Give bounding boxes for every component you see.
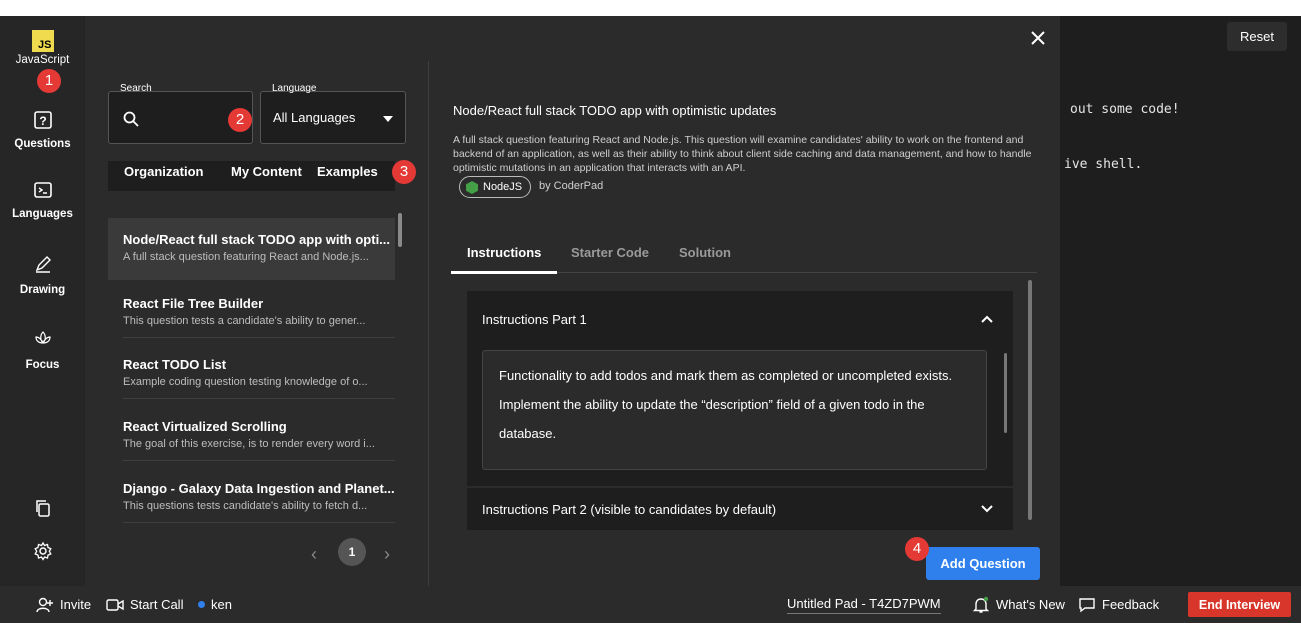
online-dot-icon: [198, 601, 205, 608]
tab-solution[interactable]: Solution: [679, 245, 731, 260]
language-value: All Languages: [273, 110, 356, 125]
language-tag: NodeJS: [459, 176, 532, 198]
terminal-icon: [33, 182, 52, 198]
list-item[interactable]: React Virtualized Scrolling The goal of …: [108, 419, 395, 450]
tab-starter-code[interactable]: Starter Code: [571, 245, 649, 260]
tab-organization[interactable]: Organization: [124, 164, 203, 179]
rail-copy-button[interactable]: [0, 498, 85, 518]
language-label: Language: [272, 83, 317, 94]
question-box-icon: ?: [33, 111, 52, 129]
search-label: Search: [120, 83, 152, 94]
app-window: JS JavaScript ? Questions Languages Draw…: [0, 16, 1301, 623]
close-icon: [1031, 31, 1045, 45]
end-interview-button[interactable]: End Interview: [1188, 592, 1291, 617]
code-editor[interactable]: Reset out some code! ive shell.: [1060, 16, 1301, 586]
chevron-down-icon: [383, 116, 393, 122]
tab-examples[interactable]: Examples: [317, 164, 378, 179]
rail-language-label: JavaScript: [15, 54, 70, 66]
divider: [123, 460, 395, 461]
detail-scrollbar[interactable]: [1028, 280, 1032, 520]
callout-badge-1: 1: [37, 69, 61, 93]
video-camera-icon: [106, 598, 124, 611]
page-1-button[interactable]: 1: [338, 538, 366, 566]
active-tab-indicator: [451, 271, 557, 274]
pen-icon: [35, 256, 51, 273]
instructions-text: Functionality to add todos and mark them…: [482, 350, 987, 470]
question-description: A full stack question featuring React an…: [453, 134, 1032, 174]
copy-icon: [35, 500, 50, 517]
question-detail-pane: Node/React full stack TODO app with opti…: [429, 61, 1060, 586]
add-person-icon: [36, 597, 53, 612]
next-page-button[interactable]: ›: [384, 544, 390, 565]
instructions-scrollbar[interactable]: [1004, 353, 1007, 433]
accordion-title[interactable]: Instructions Part 2 (visible to candidat…: [482, 502, 776, 517]
gear-icon: [33, 541, 52, 561]
instructions-part-1: Instructions Part 1 Functionality to add…: [467, 291, 1013, 486]
pad-title[interactable]: Untitled Pad - T4ZD7PWM: [787, 586, 941, 623]
divider: [123, 337, 395, 338]
chat-bubble-icon: [1079, 597, 1095, 612]
tab-my-content[interactable]: My Content: [231, 164, 302, 179]
rail-item-label: Questions: [14, 138, 71, 150]
divider: [123, 522, 395, 523]
search-icon: [123, 111, 139, 127]
add-question-button[interactable]: Add Question: [926, 547, 1040, 580]
list-scrollbar[interactable]: [398, 213, 402, 247]
question-list-pane: Search Language All Languages Organizati…: [85, 61, 428, 586]
user-indicator[interactable]: ken: [198, 586, 232, 623]
start-call-button[interactable]: Start Call: [106, 586, 183, 623]
instructions-part-2: Instructions Part 2 (visible to candidat…: [467, 488, 1013, 530]
bottom-bar: Invite Start Call ken Untitled Pad - T4Z…: [0, 586, 1301, 623]
bell-icon: [972, 596, 990, 613]
list-item[interactable]: React File Tree Builder This question te…: [108, 296, 395, 327]
svg-text:?: ?: [39, 114, 46, 128]
invite-button[interactable]: Invite: [36, 586, 91, 623]
javascript-logo-icon: JS: [31, 30, 54, 52]
list-item[interactable]: Node/React full stack TODO app with opti…: [108, 218, 395, 280]
feedback-button[interactable]: Feedback: [1078, 586, 1159, 623]
rail-item-questions[interactable]: ? Questions: [0, 110, 85, 150]
question-library-modal: Search Language All Languages Organizati…: [37, 16, 1060, 586]
whats-new-button[interactable]: What's New: [972, 586, 1065, 623]
reset-button[interactable]: Reset: [1227, 22, 1287, 51]
editor-line: out some code!: [1070, 102, 1180, 117]
list-item[interactable]: React TODO List Example coding question …: [108, 357, 395, 388]
rail-item-focus[interactable]: Focus: [0, 329, 85, 371]
left-rail: JS JavaScript ? Questions Languages Draw…: [0, 16, 85, 586]
rail-item-drawing[interactable]: Drawing: [0, 254, 85, 296]
author-label: by CoderPad: [539, 180, 604, 192]
editor-line: ive shell.: [1064, 157, 1143, 172]
rail-language[interactable]: JS JavaScript: [0, 30, 85, 66]
nodejs-icon: [466, 180, 478, 194]
chevron-down-icon[interactable]: [981, 505, 993, 513]
rail-settings-button[interactable]: [0, 541, 85, 561]
lotus-icon: [34, 331, 51, 344]
tab-instructions[interactable]: Instructions: [467, 245, 541, 260]
question-title: Node/React full stack TODO app with opti…: [453, 103, 777, 118]
rail-item-languages[interactable]: Languages: [0, 180, 85, 220]
rail-item-label: Languages: [12, 208, 73, 220]
callout-badge-4: 4: [905, 537, 929, 561]
chevron-up-icon[interactable]: [981, 315, 993, 323]
rail-item-label: Drawing: [19, 284, 66, 296]
rail-item-label: Focus: [25, 359, 60, 371]
callout-badge-2: 2: [228, 108, 252, 132]
language-select[interactable]: Language All Languages: [260, 83, 406, 144]
close-button[interactable]: [1027, 28, 1049, 50]
prev-page-button[interactable]: ‹: [311, 544, 317, 565]
callout-badge-3: 3: [392, 160, 416, 184]
accordion-title[interactable]: Instructions Part 1: [482, 312, 587, 327]
divider: [123, 398, 395, 399]
list-item[interactable]: Django - Galaxy Data Ingestion and Plane…: [108, 481, 395, 512]
